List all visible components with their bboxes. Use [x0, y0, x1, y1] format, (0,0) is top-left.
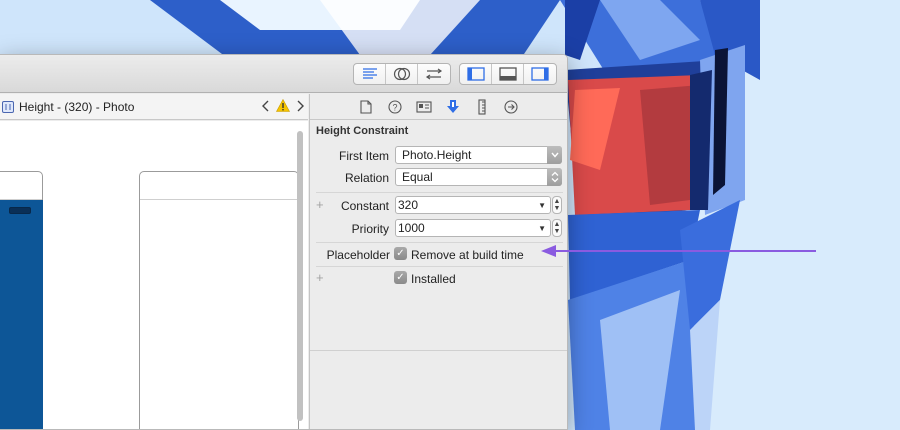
scene-left[interactable] [0, 171, 43, 429]
first-item-popup[interactable]: Photo.Height [395, 146, 562, 164]
window-toolbar [0, 55, 567, 93]
vertical-scrollbar[interactable] [296, 129, 304, 429]
stepper-down-icon[interactable]: ▼ [554, 205, 561, 212]
debug-area-toggle-icon [498, 67, 517, 81]
tab-size-inspector[interactable] [472, 97, 492, 117]
priority-value: 1000 [398, 221, 425, 235]
scrollbar-thumb[interactable] [297, 131, 303, 421]
installed-checkbox[interactable]: ✓ [394, 271, 407, 284]
add-variation-button[interactable]: + [316, 197, 324, 212]
file-inspector-icon [360, 99, 372, 114]
storyboard-constraint-icon [2, 100, 14, 113]
constant-label: Constant [340, 199, 389, 213]
divider [316, 192, 563, 193]
attributes-inspector: ? Height Constraint First Item Photo.Hei… [309, 94, 567, 429]
tab-file-inspector[interactable] [356, 97, 376, 117]
relation-label: Relation [344, 171, 389, 185]
svg-text:?: ? [392, 102, 397, 112]
priority-combo-box[interactable]: 1000 ▼ [395, 219, 551, 237]
section-title: Height Constraint [316, 125, 409, 137]
battery-icon [9, 207, 31, 214]
chevron-down-icon[interactable]: ▼ [538, 201, 546, 210]
remove-at-build-time-checkbox[interactable]: ✓ [394, 247, 407, 260]
constant-value: 320 [398, 198, 419, 212]
standard-editor-button[interactable] [354, 64, 386, 84]
stepper-up-icon[interactable]: ▲ [554, 221, 561, 228]
stepper-down-icon[interactable]: ▼ [554, 228, 561, 235]
relation-row: Relation Equal [310, 168, 567, 188]
connections-inspector-icon [504, 99, 518, 114]
constant-row: + Constant 320 ▼ ▲ ▼ [310, 196, 567, 216]
installed-label[interactable]: Installed [411, 272, 456, 286]
assistant-editor-icon [393, 67, 410, 81]
panel-toggle-segmented-control [459, 63, 557, 85]
priority-row: Priority 1000 ▼ ▲ ▼ [310, 219, 567, 239]
placeholder-label: Placeholder [326, 248, 390, 262]
jump-bar-nav [262, 99, 304, 112]
divider [316, 266, 563, 267]
constant-combo-box[interactable]: 320 ▼ [395, 196, 551, 214]
identity-inspector-icon [416, 100, 432, 113]
tab-connections-inspector[interactable] [501, 97, 521, 117]
warning-icon[interactable] [276, 99, 290, 112]
scene-left-header [0, 172, 42, 200]
scene-left-view[interactable] [0, 200, 43, 429]
first-item-row: First Item Photo.Height [310, 146, 567, 166]
chevron-right-icon[interactable] [296, 100, 304, 112]
installed-row: + ✓ Installed [310, 269, 567, 289]
scene-right-header [140, 172, 298, 200]
version-editor-icon [425, 68, 443, 80]
priority-stepper[interactable]: ▲ ▼ [552, 219, 562, 237]
relation-popup[interactable]: Equal [395, 168, 562, 186]
scene-right[interactable] [139, 171, 299, 429]
stepper-up-icon[interactable]: ▲ [554, 198, 561, 205]
tab-quick-help[interactable]: ? [385, 97, 405, 117]
xcode-window: Height - (320) - Photo ? Height Constrai… [0, 54, 568, 430]
navigator-toggle-icon [466, 67, 485, 81]
inspector-empty-area [310, 350, 567, 429]
attributes-inspector-icon [447, 99, 459, 113]
debug-area-toggle-button[interactable] [492, 64, 524, 84]
inspector-tab-bar: ? [310, 94, 567, 120]
add-variation-button[interactable]: + [316, 270, 324, 285]
version-editor-button[interactable] [418, 64, 450, 84]
tab-attributes-inspector[interactable] [443, 97, 463, 117]
standard-editor-icon [362, 68, 377, 79]
utilities-toggle-button[interactable] [524, 64, 556, 84]
editor-mode-segmented-control [353, 63, 451, 85]
chevron-down-icon[interactable]: ▼ [538, 224, 546, 233]
editor-jump-bar: Height - (320) - Photo [0, 94, 308, 120]
constant-stepper[interactable]: ▲ ▼ [552, 196, 562, 214]
chevron-down-icon [547, 146, 562, 164]
priority-label: Priority [351, 222, 389, 236]
utilities-toggle-icon [531, 67, 549, 81]
up-down-arrows-icon [547, 168, 562, 186]
navigator-toggle-button[interactable] [460, 64, 492, 84]
remove-at-build-time-label[interactable]: Remove at build time [411, 248, 524, 262]
assistant-editor-button[interactable] [386, 64, 418, 84]
storyboard-canvas[interactable] [0, 121, 308, 429]
first-item-value: Photo.Height [402, 148, 472, 162]
divider [316, 242, 563, 243]
size-inspector-icon [478, 98, 486, 115]
breadcrumb[interactable]: Height - (320) - Photo [19, 100, 134, 114]
placeholder-row: Placeholder ✓ Remove at build time [310, 245, 567, 265]
tab-identity-inspector[interactable] [414, 97, 434, 117]
quick-help-icon: ? [388, 99, 402, 114]
relation-value: Equal [402, 170, 433, 184]
first-item-label: First Item [339, 149, 389, 163]
chevron-left-icon[interactable] [262, 100, 270, 112]
